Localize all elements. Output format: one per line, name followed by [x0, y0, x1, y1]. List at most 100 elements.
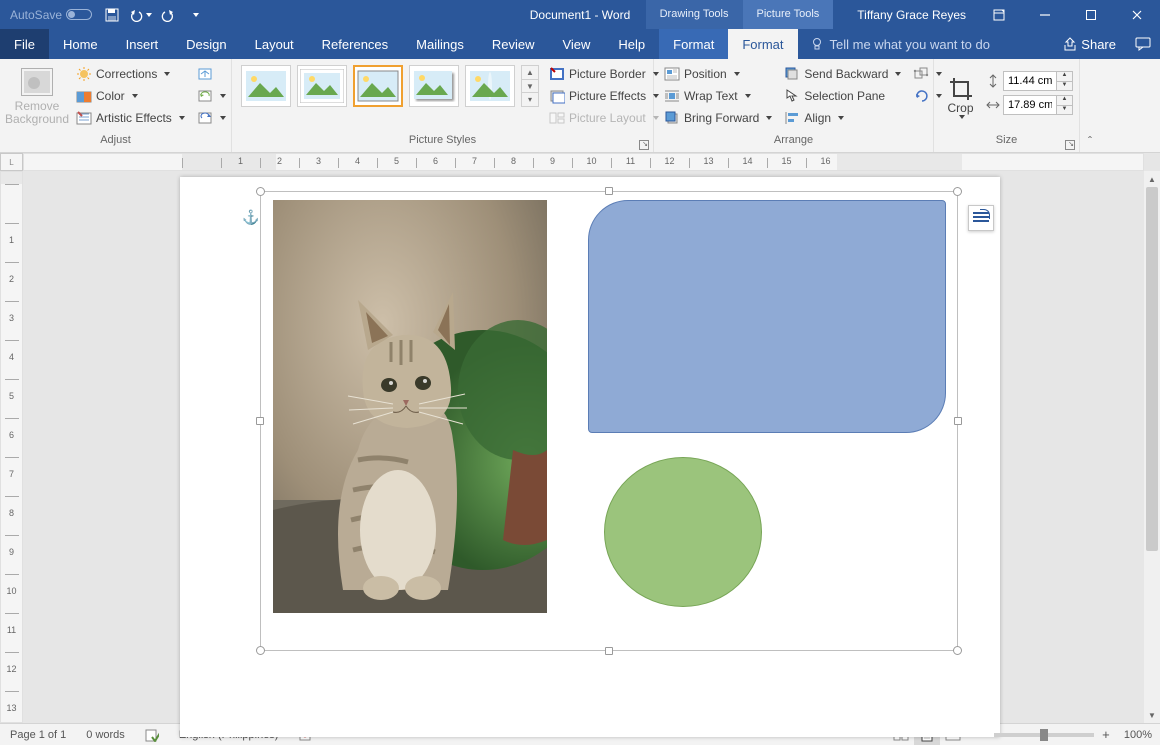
picture-effects-button[interactable]: Picture Effects — [545, 85, 663, 107]
title-bar: AutoSave Document1 - Word Drawing Tools … — [0, 0, 1160, 29]
redo-button[interactable] — [156, 3, 180, 27]
bring-forward-button[interactable]: Bring Forward — [660, 107, 776, 129]
blue-rounded-rect-shape[interactable] — [588, 200, 946, 433]
dropdown-icon — [164, 72, 170, 76]
zoom-percent[interactable]: 100% — [1124, 729, 1152, 741]
position-icon — [664, 66, 680, 82]
group-icon — [913, 66, 929, 82]
width-up[interactable]: ▲ — [1057, 96, 1072, 105]
picture-layout-button: Picture Layout — [545, 107, 663, 129]
vertical-scrollbar[interactable]: ▲ ▼ — [1144, 171, 1160, 723]
green-circle-shape[interactable] — [604, 457, 762, 607]
vertical-ruler[interactable]: 12345678910111213 — [0, 171, 23, 723]
height-down[interactable]: ▼ — [1057, 81, 1072, 91]
tab-design[interactable]: Design — [172, 29, 240, 59]
dropdown-icon — [132, 94, 138, 98]
selection-pane-button[interactable]: Selection Pane — [780, 85, 905, 107]
tab-selector[interactable]: L — [0, 153, 23, 171]
zoom-in-button[interactable]: + — [1098, 727, 1114, 742]
kitten-photo[interactable] — [273, 200, 547, 613]
size-dialog-launcher[interactable] — [1065, 140, 1075, 150]
tab-view[interactable]: View — [548, 29, 604, 59]
save-button[interactable] — [100, 3, 124, 27]
wrap-text-icon — [664, 88, 680, 104]
corrections-button[interactable]: Corrections — [72, 63, 189, 85]
reset-picture-button[interactable] — [193, 107, 230, 129]
styles-dialog-launcher[interactable] — [639, 140, 649, 150]
autosave-label: AutoSave — [10, 8, 62, 22]
ribbon-display-options-button[interactable] — [976, 0, 1022, 29]
undo-button[interactable] — [128, 3, 152, 27]
crop-button[interactable]: Crop — [940, 63, 981, 131]
artistic-effects-button[interactable]: Artistic Effects — [72, 107, 189, 129]
width-icon — [983, 97, 1003, 113]
gallery-up-icon[interactable]: ▲ — [522, 66, 538, 79]
position-button[interactable]: Position — [660, 63, 776, 85]
wrap-text-button[interactable]: Wrap Text — [660, 85, 776, 107]
tab-insert[interactable]: Insert — [112, 29, 173, 59]
word-count-status[interactable]: 0 words — [76, 724, 135, 745]
tab-mailings[interactable]: Mailings — [402, 29, 478, 59]
tab-format-picture[interactable]: Format — [728, 29, 797, 59]
style-thumb-3[interactable] — [353, 65, 403, 107]
compress-pictures-button[interactable] — [193, 63, 230, 85]
height-input[interactable] — [1003, 71, 1057, 91]
tab-help[interactable]: Help — [604, 29, 659, 59]
share-button[interactable]: Share — [1053, 29, 1126, 59]
width-input[interactable] — [1003, 95, 1057, 115]
width-down[interactable]: ▼ — [1057, 105, 1072, 115]
tab-file[interactable]: File — [0, 29, 49, 59]
maximize-button[interactable] — [1068, 0, 1114, 29]
picture-border-button[interactable]: Picture Border — [545, 63, 663, 85]
group-styles-label: Picture Styles — [409, 134, 476, 146]
close-button[interactable] — [1114, 0, 1160, 29]
account-name[interactable]: Tiffany Grace Reyes — [847, 8, 976, 22]
style-thumb-2[interactable] — [297, 65, 347, 107]
comments-pane-button[interactable] — [1126, 29, 1160, 59]
group-arrange: Position Wrap Text Bring Forward Send Ba… — [654, 59, 934, 152]
layout-options-button[interactable] — [968, 205, 994, 231]
picture-layout-icon — [549, 110, 565, 126]
style-thumb-1[interactable] — [241, 65, 291, 107]
minimize-button[interactable] — [1022, 0, 1068, 29]
scroll-up-button[interactable]: ▲ — [1144, 171, 1160, 187]
shape-width-field[interactable]: ▲▼ — [983, 94, 1073, 116]
tab-format-drawing[interactable]: Format — [659, 29, 728, 59]
tell-me-placeholder: Tell me what you want to do — [830, 37, 990, 52]
align-button[interactable]: Align — [780, 107, 905, 129]
tell-me-search[interactable]: Tell me what you want to do — [798, 29, 1002, 59]
customize-qat-button[interactable] — [184, 3, 208, 27]
scroll-down-button[interactable]: ▼ — [1144, 707, 1160, 723]
shape-height-field[interactable]: ▲▼ — [983, 70, 1073, 92]
picture-styles-gallery[interactable]: ▲ ▼ ▾ — [238, 63, 539, 109]
height-up[interactable]: ▲ — [1057, 72, 1072, 81]
page-number-status[interactable]: Page 1 of 1 — [0, 724, 76, 745]
horizontal-ruler[interactable]: 12345678910111213141516171819 — [23, 153, 1144, 171]
collapse-ribbon-button[interactable]: ˆ — [1088, 134, 1092, 148]
ribbon-tabs: File Home Insert Design Layout Reference… — [0, 29, 1160, 59]
document-title: Document1 - Word — [530, 8, 630, 22]
gallery-scroll[interactable]: ▲ ▼ ▾ — [521, 65, 539, 107]
autosave-toggle[interactable]: AutoSave — [6, 8, 96, 22]
tab-review[interactable]: Review — [478, 29, 549, 59]
style-thumb-4[interactable] — [409, 65, 459, 107]
gallery-more-icon[interactable]: ▾ — [522, 92, 538, 106]
style-thumb-5[interactable] — [465, 65, 515, 107]
zoom-slider[interactable] — [994, 733, 1094, 737]
undo-more-icon[interactable] — [146, 13, 152, 17]
tab-home[interactable]: Home — [49, 29, 112, 59]
gallery-down-icon[interactable]: ▼ — [522, 79, 538, 93]
autosave-switch-icon — [66, 9, 92, 20]
change-picture-button[interactable] — [193, 85, 230, 107]
tab-layout[interactable]: Layout — [241, 29, 308, 59]
send-backward-button[interactable]: Send Backward — [780, 63, 905, 85]
spellcheck-status[interactable] — [135, 724, 169, 745]
document-page[interactable]: ⚓ — [180, 177, 1000, 737]
group-adjust: Remove Background Corrections Color Arti… — [0, 59, 232, 152]
anchor-icon: ⚓ — [242, 209, 259, 226]
dropdown-icon — [179, 116, 185, 120]
reset-picture-icon — [197, 110, 213, 126]
color-button[interactable]: Color — [72, 85, 189, 107]
tab-references[interactable]: References — [308, 29, 402, 59]
scroll-thumb[interactable] — [1146, 187, 1158, 551]
